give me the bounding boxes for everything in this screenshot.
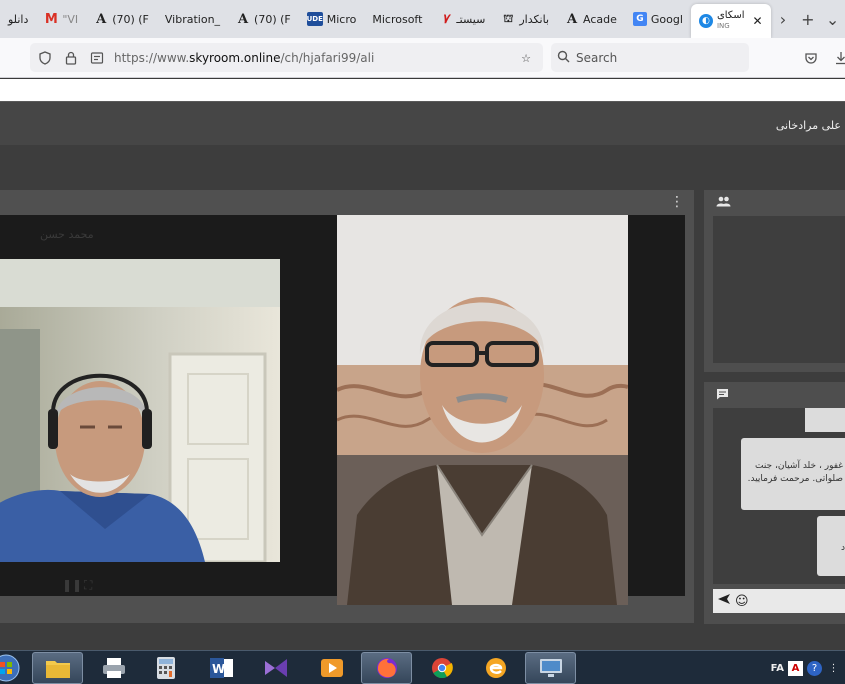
tab-academia-1[interactable]: A (70) (F (86, 0, 157, 38)
new-tab-plus-icon[interactable]: + (795, 0, 820, 38)
ude-icon: UDE (307, 12, 323, 26)
system-tray: FA A ? ⋮ (771, 651, 845, 684)
tab-vibration[interactable]: Vibration_ (157, 0, 228, 38)
download-icon[interactable] (830, 47, 845, 69)
academia-icon: A (238, 11, 249, 27)
participant-video-left[interactable] (0, 259, 280, 562)
navigation-toolbar: https://www.skyroom.online/ch/hjafari99/… (0, 38, 845, 78)
language-indicator[interactable]: FA (771, 663, 784, 674)
chat-icon (716, 388, 729, 403)
tab-system[interactable]: ٧ سیستـ (430, 0, 493, 38)
chrome-icon[interactable] (416, 652, 467, 684)
pocket-icon[interactable] (800, 47, 822, 69)
file-explorer-icon[interactable] (32, 652, 83, 684)
room-header: علی مرادخانی (0, 101, 845, 145)
visual-studio-icon[interactable] (250, 652, 301, 684)
browser-tab-strip: دانلو M "VI A (70) (F Vibration_ A (70) … (0, 0, 845, 38)
close-tab-icon[interactable]: ✕ (753, 14, 763, 28)
chevron-right-icon[interactable]: › (771, 0, 796, 38)
chat-message-1 (805, 408, 845, 432)
tab-academia-2[interactable]: A (70) (F (228, 0, 299, 38)
calculator-icon[interactable] (140, 652, 191, 684)
send-icon[interactable] (717, 593, 731, 609)
chat-input-bar[interactable]: ☺ (713, 589, 845, 613)
pdf-tray-icon[interactable]: A (788, 660, 803, 676)
taskbar: W FA A ? ⋮ (0, 650, 845, 684)
edge-legacy-icon[interactable] (470, 652, 521, 684)
firefox-icon[interactable] (361, 652, 412, 684)
users-list (713, 216, 845, 363)
page-top-strip (0, 79, 845, 101)
users-panel (704, 190, 845, 372)
tab-ude[interactable]: UDE Micro (299, 0, 365, 38)
address-bar[interactable]: https://www.skyroom.online/ch/hjafari99/… (30, 43, 543, 72)
search-box[interactable]: Search (551, 43, 749, 72)
svg-text:W: W (212, 662, 225, 676)
more-options-icon[interactable]: ⋮ (670, 195, 684, 209)
url-text: https://www.skyroom.online/ch/hjafari99/… (114, 50, 375, 65)
google-translate-icon: G (632, 12, 647, 26)
lock-icon[interactable] (60, 47, 82, 69)
media-player-icon[interactable] (306, 652, 357, 684)
academia-icon: A (96, 11, 107, 27)
presenter-name: علی مرادخانی (775, 119, 841, 132)
more-tray-icon[interactable]: ⋮ (826, 661, 841, 676)
bookmark-star-icon[interactable]: ☆ (515, 47, 537, 69)
gmail-icon: M (44, 11, 58, 27)
search-placeholder: Search (576, 50, 618, 65)
help-tray-icon[interactable]: ? (807, 660, 822, 676)
participant-video-right[interactable] (337, 215, 628, 605)
red-logo-icon: ٧ (441, 11, 449, 27)
left-video-name: محمد حسن (40, 228, 94, 241)
users-icon (716, 196, 731, 210)
tab-0[interactable]: دانلو (0, 0, 36, 38)
chevron-down-icon[interactable]: ⌄ (820, 0, 845, 38)
tab-google-translate[interactable]: G Googl (625, 0, 691, 38)
academia-icon: A (566, 11, 578, 27)
tab-bank[interactable]: ⛫ بانکدار (493, 0, 557, 38)
start-button-icon[interactable] (0, 652, 31, 684)
chat-message-3: د (817, 516, 845, 576)
chat-message-2: غفور ، خلد آشیان، جنت صلواتی. مرحمت فرما… (741, 438, 845, 510)
tab-skyroom-active[interactable]: ◐ اسکای ING ✕ (690, 4, 771, 38)
fullscreen-icon[interactable]: ⛶ (84, 578, 92, 593)
search-icon (557, 50, 570, 66)
tab-gmail[interactable]: M "VI (36, 0, 86, 38)
emoji-icon[interactable]: ☺ (735, 594, 749, 609)
printer-icon[interactable] (88, 652, 139, 684)
tab-microsoft[interactable]: Microsoft (364, 0, 430, 38)
remote-desktop-icon[interactable] (525, 652, 576, 684)
tab-academia-3[interactable]: A Acade (557, 0, 625, 38)
bank-icon: ⛫ (503, 11, 514, 25)
word-icon[interactable]: W (196, 652, 247, 684)
shield-icon[interactable] (34, 47, 56, 69)
pause-icon[interactable]: ❚❚ (62, 578, 82, 592)
page-info-icon[interactable] (86, 47, 108, 69)
skyroom-icon: ◐ (698, 14, 713, 28)
